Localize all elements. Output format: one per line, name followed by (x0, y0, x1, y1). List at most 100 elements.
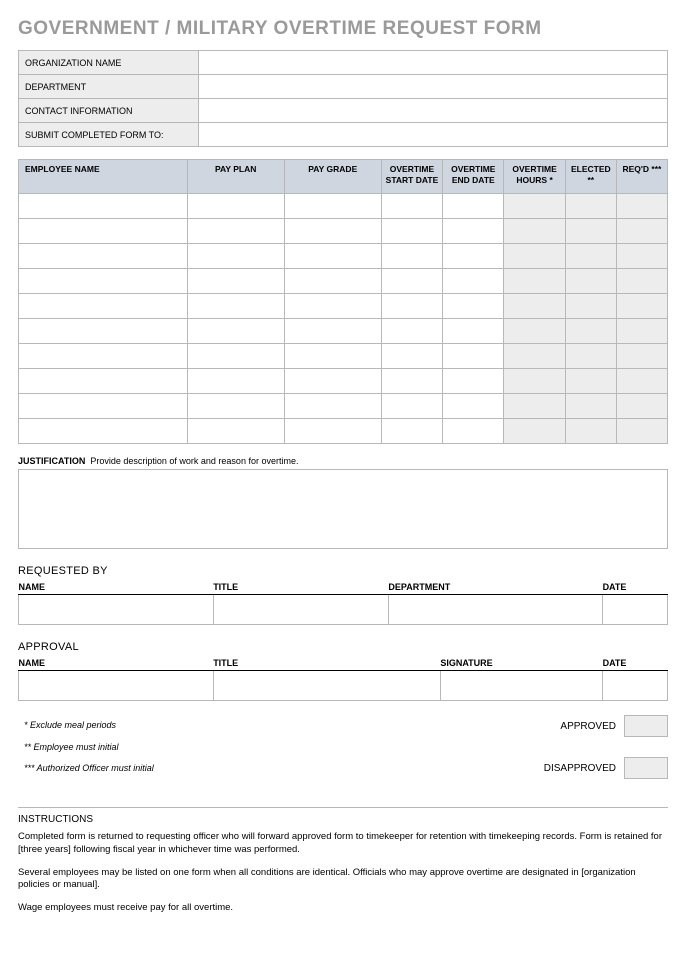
table-cell[interactable] (443, 319, 504, 344)
table-cell[interactable] (616, 269, 667, 294)
table-cell[interactable] (616, 344, 667, 369)
table-cell[interactable] (284, 294, 381, 319)
table-cell[interactable] (443, 294, 504, 319)
submit-to-input[interactable] (199, 123, 668, 147)
table-cell[interactable] (284, 419, 381, 444)
submit-to-label: SUBMIT COMPLETED FORM TO: (19, 123, 199, 147)
table-cell[interactable] (19, 219, 188, 244)
org-name-input[interactable] (199, 51, 668, 75)
table-cell[interactable] (616, 294, 667, 319)
app-th-date: DATE (603, 656, 668, 671)
table-cell[interactable] (616, 244, 667, 269)
table-cell[interactable] (381, 344, 442, 369)
table-cell[interactable] (284, 319, 381, 344)
table-cell[interactable] (19, 369, 188, 394)
table-cell[interactable] (565, 294, 616, 319)
table-cell[interactable] (443, 244, 504, 269)
contact-input[interactable] (199, 99, 668, 123)
table-cell[interactable] (187, 244, 284, 269)
table-cell[interactable] (381, 294, 442, 319)
table-cell[interactable] (187, 419, 284, 444)
table-cell[interactable] (565, 269, 616, 294)
table-cell[interactable] (616, 219, 667, 244)
table-cell[interactable] (443, 219, 504, 244)
justification-input[interactable] (18, 469, 668, 549)
table-row (19, 319, 668, 344)
table-cell[interactable] (381, 419, 442, 444)
table-cell[interactable] (565, 319, 616, 344)
department-input[interactable] (199, 75, 668, 99)
table-cell[interactable] (19, 394, 188, 419)
table-cell[interactable] (565, 344, 616, 369)
table-cell[interactable] (565, 194, 616, 219)
table-cell[interactable] (284, 244, 381, 269)
app-sig-input[interactable] (440, 671, 602, 701)
table-cell[interactable] (504, 294, 565, 319)
table-cell[interactable] (565, 219, 616, 244)
table-cell[interactable] (504, 194, 565, 219)
table-cell[interactable] (565, 394, 616, 419)
table-cell[interactable] (443, 269, 504, 294)
req-dept-input[interactable] (388, 595, 602, 625)
table-cell[interactable] (19, 419, 188, 444)
table-cell[interactable] (443, 394, 504, 419)
table-cell[interactable] (443, 419, 504, 444)
table-cell[interactable] (565, 244, 616, 269)
req-title-input[interactable] (213, 595, 388, 625)
table-cell[interactable] (19, 244, 188, 269)
table-cell[interactable] (187, 369, 284, 394)
table-cell[interactable] (616, 394, 667, 419)
table-cell[interactable] (565, 419, 616, 444)
table-cell[interactable] (187, 394, 284, 419)
table-cell[interactable] (504, 319, 565, 344)
table-cell[interactable] (504, 419, 565, 444)
table-cell[interactable] (19, 269, 188, 294)
req-name-input[interactable] (19, 595, 214, 625)
table-cell[interactable] (504, 219, 565, 244)
table-cell[interactable] (381, 394, 442, 419)
table-cell[interactable] (381, 369, 442, 394)
approved-checkbox[interactable] (624, 715, 668, 737)
table-cell[interactable] (19, 344, 188, 369)
app-date-input[interactable] (603, 671, 668, 701)
table-cell[interactable] (284, 344, 381, 369)
disapproved-label: DISAPPROVED (544, 763, 616, 774)
table-cell[interactable] (284, 269, 381, 294)
table-cell[interactable] (616, 369, 667, 394)
table-cell[interactable] (616, 194, 667, 219)
app-title-input[interactable] (213, 671, 440, 701)
table-cell[interactable] (187, 194, 284, 219)
contact-label: CONTACT INFORMATION (19, 99, 199, 123)
table-cell[interactable] (504, 269, 565, 294)
table-cell[interactable] (187, 219, 284, 244)
table-cell[interactable] (284, 369, 381, 394)
table-cell[interactable] (284, 394, 381, 419)
table-cell[interactable] (284, 219, 381, 244)
table-cell[interactable] (616, 319, 667, 344)
table-cell[interactable] (616, 419, 667, 444)
table-cell[interactable] (19, 194, 188, 219)
table-cell[interactable] (381, 269, 442, 294)
table-cell[interactable] (19, 294, 188, 319)
table-cell[interactable] (381, 319, 442, 344)
table-cell[interactable] (381, 244, 442, 269)
table-cell[interactable] (443, 194, 504, 219)
table-cell[interactable] (187, 294, 284, 319)
table-cell[interactable] (504, 394, 565, 419)
table-cell[interactable] (565, 369, 616, 394)
app-name-input[interactable] (19, 671, 214, 701)
req-date-input[interactable] (603, 595, 668, 625)
table-cell[interactable] (19, 319, 188, 344)
table-cell[interactable] (381, 219, 442, 244)
table-cell[interactable] (284, 194, 381, 219)
table-cell[interactable] (187, 269, 284, 294)
table-cell[interactable] (187, 319, 284, 344)
disapproved-checkbox[interactable] (624, 757, 668, 779)
table-cell[interactable] (504, 244, 565, 269)
table-cell[interactable] (504, 369, 565, 394)
table-cell[interactable] (187, 344, 284, 369)
table-cell[interactable] (381, 194, 442, 219)
table-cell[interactable] (443, 369, 504, 394)
table-cell[interactable] (504, 344, 565, 369)
table-cell[interactable] (443, 344, 504, 369)
